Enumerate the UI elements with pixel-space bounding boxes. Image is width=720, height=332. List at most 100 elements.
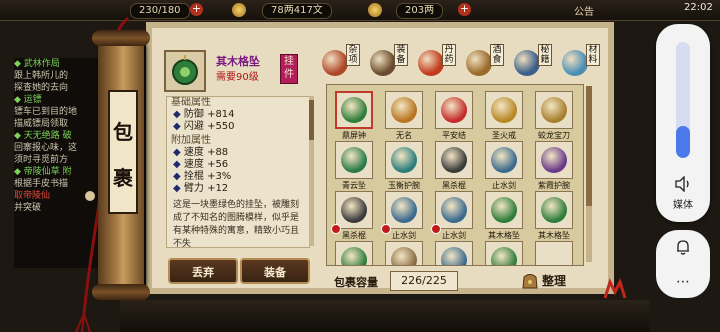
inventory-slot[interactable] — [485, 241, 523, 265]
inventory-slot[interactable]: 止水剑 — [431, 191, 473, 241]
system-clock: 22:02 — [684, 2, 713, 13]
extra-stats-title: 附加属性 — [171, 135, 211, 146]
inventory-slot[interactable]: 黑杀棍 — [331, 191, 373, 241]
sort-button-label: 整理 — [542, 274, 567, 288]
item-name-caption: 紫霞护腕 — [538, 181, 570, 190]
item-icon — [341, 147, 367, 173]
diamond-bullet-icon: ◆ — [173, 159, 184, 170]
item-name-caption: 止水剑 — [492, 181, 516, 190]
game-logo-icon — [603, 278, 627, 299]
tab-category[interactable]: 丹药 — [416, 42, 456, 80]
more-options-icon[interactable]: ⋯ — [656, 274, 710, 290]
selected-item-icon-frame — [164, 50, 206, 92]
item-icon — [441, 97, 467, 123]
stat-value: +3% — [207, 171, 232, 182]
inventory-grid: 鼎屏钟 无名 平安结 圣火戒 蛟龙宝刀 青云坠 玉衡护腕 黑杀棍 止水剑 紫霞护腕 黑杀棍 止水剑 止水… — [326, 84, 584, 266]
tab-label: 杂项 — [346, 44, 360, 66]
volume-level-fill — [676, 125, 690, 158]
item-slot-badge: 挂件 — [280, 54, 298, 84]
inventory-slot[interactable]: 止水剑 — [485, 141, 523, 191]
volume-slider[interactable] — [676, 42, 690, 158]
inventory-slot[interactable]: 鼎屏钟 — [335, 91, 373, 141]
item-icon — [391, 97, 417, 123]
sort-button[interactable]: 整理 — [520, 268, 590, 292]
base-stats-title: 基础属性 — [171, 97, 211, 108]
scroll-cap-top — [92, 30, 150, 46]
stat-value: +550 — [207, 121, 235, 132]
inventory-slot[interactable]: 圣火戒 — [485, 91, 523, 141]
scroll-cap-bottom — [92, 284, 150, 300]
item-name-caption: 青云坠 — [342, 181, 366, 190]
stat-name: 臂力 — [183, 183, 204, 194]
gold-counter: 203两 — [396, 3, 444, 19]
tab-category[interactable]: 杂项 — [320, 42, 360, 80]
inventory-scrollbar[interactable] — [586, 86, 592, 262]
add-stamina-button[interactable]: + — [190, 3, 203, 16]
discard-button[interactable]: 丢弃 — [168, 258, 238, 284]
bag-icon — [522, 274, 538, 289]
stat-name: 防御 — [183, 109, 204, 120]
speaker-icon[interactable] — [674, 176, 692, 192]
item-icon — [491, 97, 517, 123]
stat-row: ◆ 防御 +814 — [167, 109, 309, 121]
inventory-slot[interactable] — [385, 241, 423, 265]
tab-label: 装备 — [394, 44, 408, 66]
inventory-slot[interactable] — [535, 241, 573, 265]
stat-row: ◆ 臂力 +12 — [167, 183, 309, 195]
stat-row: ◆ 速度 +56 — [167, 159, 309, 171]
inventory-slot[interactable]: 青云坠 — [335, 141, 373, 191]
item-name-caption: 玉衡护腕 — [388, 181, 420, 190]
slot-frame — [535, 241, 573, 265]
item-icon — [491, 147, 517, 173]
inventory-slot[interactable]: 平安结 — [435, 91, 473, 141]
stat-row: ◆ 速度 +88 — [167, 147, 309, 159]
inventory-slot[interactable]: 黑杀棍 — [435, 141, 473, 191]
tab-category[interactable]: 装备 — [368, 42, 408, 80]
item-name-caption: 其木格坠 — [488, 231, 520, 240]
inventory-slot[interactable]: 紫霞护腕 — [535, 141, 573, 191]
item-icon — [341, 247, 367, 265]
bell-icon[interactable] — [674, 238, 692, 256]
media-label: 媒体 — [673, 200, 693, 211]
tab-label: 秘籍 — [538, 44, 552, 66]
item-icon — [341, 97, 367, 123]
item-name-caption: 鼎屏钟 — [342, 131, 366, 140]
diamond-bullet-icon: ◆ — [173, 171, 184, 182]
inventory-slot[interactable] — [335, 241, 373, 265]
tab-category[interactable]: 酒食 — [464, 42, 504, 80]
item-icon — [391, 197, 417, 223]
category-icon — [418, 50, 444, 76]
inventory-slot[interactable]: 其木格坠 — [485, 191, 523, 241]
category-icon — [562, 50, 588, 76]
announcement-button[interactable]: 公告 — [574, 3, 594, 18]
equip-button[interactable]: 装备 — [240, 258, 310, 284]
tab-category[interactable]: 秘籍 — [512, 42, 552, 80]
capacity-value: 226/225 — [390, 271, 458, 291]
jade-pendant-icon — [172, 55, 198, 85]
volume-options-panel: ⋯ — [656, 230, 710, 298]
stats-scrollbar[interactable] — [309, 96, 314, 246]
item-name-caption: 其木格坠 — [538, 231, 570, 240]
bag-title-label: 包 裹 — [108, 90, 138, 214]
item-icon — [341, 197, 367, 223]
diamond-bullet-icon: ◆ — [173, 147, 184, 158]
item-name-caption: 蛟龙宝刀 — [538, 131, 570, 140]
inventory-slot[interactable]: 无名 — [385, 91, 423, 141]
item-name-caption: 止水剑 — [392, 231, 416, 240]
volume-panel: 媒体 — [656, 24, 710, 222]
silver-coin-icon — [232, 3, 246, 17]
silver-counter: 78两417文 — [262, 3, 332, 19]
tab-category[interactable]: 材料 — [560, 42, 600, 80]
inventory-slot[interactable]: 玉衡护腕 — [385, 141, 423, 191]
stat-name: 速度 — [183, 147, 204, 158]
item-icon — [391, 247, 417, 265]
inventory-slot[interactable]: 止水剑 — [381, 191, 423, 241]
inventory-slot[interactable] — [435, 241, 473, 265]
inventory-slot[interactable]: 其木格坠 — [535, 191, 573, 241]
bag-title-char-2: 裹 — [113, 166, 133, 190]
item-level-requirement: 需要90级 — [216, 72, 259, 83]
inventory-slot[interactable]: 蛟龙宝刀 — [535, 91, 573, 141]
item-icon — [541, 97, 567, 123]
add-gold-button[interactable]: + — [458, 3, 471, 16]
item-stats-box[interactable]: 基础属性 ◆ 防御 +814 ◆ 闪避 +550 附加属性 ◆ 速度 +88 ◆ 速… — [166, 96, 310, 248]
